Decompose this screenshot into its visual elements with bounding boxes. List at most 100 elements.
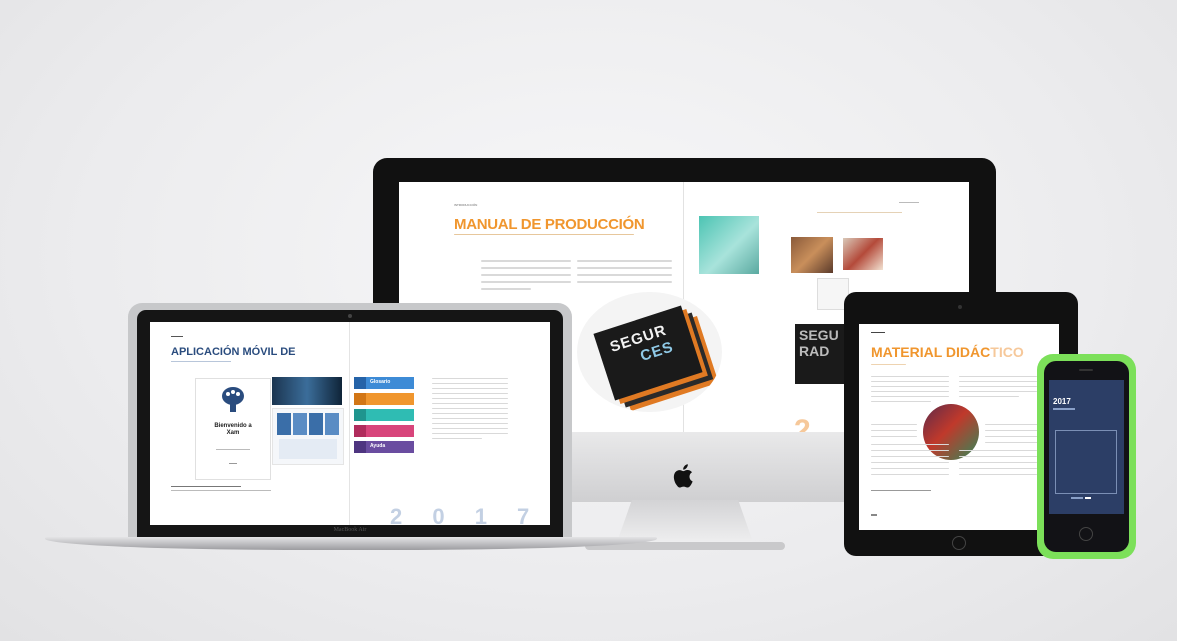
body-text-line — [959, 474, 1037, 475]
menu-icon — [354, 393, 366, 405]
cover-thumbnail: SEGU RAD — [795, 324, 851, 384]
welcome-text: Bienvenido a — [214, 423, 252, 429]
camera-icon — [958, 305, 962, 309]
header-line — [171, 336, 183, 337]
body-text-line — [985, 442, 1039, 443]
menu-icon — [354, 425, 366, 437]
menu-item-teal[interactable] — [354, 409, 414, 421]
page-title: MATERIAL DIDÁCTICO — [871, 344, 1024, 360]
body-text-line — [871, 424, 917, 425]
body-text-line — [959, 376, 1037, 377]
body-text-line — [985, 436, 1039, 437]
body-text-line — [432, 418, 508, 419]
body-text-line — [959, 396, 1019, 397]
body-text-line — [871, 444, 949, 445]
body-text-line — [577, 281, 672, 283]
header-line — [871, 332, 885, 333]
ipad-home-button[interactable] — [952, 536, 966, 550]
app-screen-thumb — [293, 413, 307, 435]
body-text-line — [432, 413, 508, 414]
menu-item-orange[interactable] — [354, 393, 414, 405]
book-photo: SEGUR CES — [577, 292, 722, 412]
body-text-line — [985, 430, 1039, 431]
welcome-text: Xam — [226, 430, 240, 436]
body-text-line — [432, 438, 482, 439]
subtitle-line — [871, 364, 906, 365]
app-welcome-screen: Bienvenido a Xam — [195, 378, 271, 480]
subtitle-line — [454, 234, 634, 235]
menu-icon — [354, 441, 366, 453]
phone-subtitle-line — [1053, 408, 1075, 410]
material-photo — [923, 404, 979, 460]
body-text-line — [871, 401, 931, 402]
phone-frame-graphic — [1055, 430, 1117, 494]
menu-label: Ayuda — [370, 443, 386, 449]
body-text-line — [577, 267, 672, 269]
body-text-line — [959, 386, 1037, 387]
caption-line — [171, 486, 241, 487]
body-text-line — [985, 424, 1039, 425]
body-text-line — [959, 381, 1037, 382]
body-text-line — [871, 381, 949, 382]
body-text-line — [432, 398, 508, 399]
body-text-line — [871, 396, 949, 397]
phone-screen: 2017 — [1049, 380, 1124, 514]
caption-line — [229, 463, 237, 464]
body-text-line — [432, 378, 508, 379]
body-text-line — [481, 260, 571, 262]
body-text-line — [432, 403, 508, 404]
menu-icon — [354, 409, 366, 421]
body-text-line — [871, 436, 917, 437]
body-text-line — [871, 450, 949, 451]
body-text-line — [959, 468, 1037, 469]
camera-icon — [348, 314, 352, 318]
store-photo — [272, 377, 342, 405]
body-text-line — [959, 456, 1037, 457]
page-title: APLICACIÓN MÓVIL DE — [171, 346, 296, 358]
spread-spine — [349, 322, 350, 525]
apple-logo-icon — [672, 462, 696, 490]
header-line — [817, 212, 902, 213]
body-text-line — [871, 376, 949, 377]
body-text-line — [432, 408, 508, 409]
menu-item-glosario[interactable]: Glosario — [354, 377, 414, 389]
brain-logo-icon — [218, 385, 248, 415]
body-text-line — [577, 260, 672, 262]
menu-item-pink[interactable] — [354, 425, 414, 437]
laptop-base — [45, 537, 657, 550]
material-photo — [699, 216, 759, 274]
body-text-line — [432, 423, 508, 424]
menu-icon — [354, 377, 366, 389]
body-text-line — [432, 433, 508, 434]
phone-caption-line — [1071, 497, 1083, 499]
menu-item-ayuda[interactable]: Ayuda — [354, 441, 414, 453]
cover-text: RAD — [799, 343, 830, 359]
subtitle-line — [171, 361, 231, 362]
app-screen-thumb — [309, 413, 323, 435]
phone-speaker-icon — [1079, 369, 1093, 371]
body-text-line — [871, 468, 949, 469]
body-text-line — [871, 474, 949, 475]
laptop-brand-label: MacBook Air — [333, 527, 367, 533]
body-text-line — [577, 274, 672, 276]
section-label: INTRODUCCIÓN — [454, 203, 478, 207]
body-text-line — [959, 450, 1037, 451]
year-watermark: 2 0 1 7 — [390, 504, 542, 525]
caption-line — [871, 490, 931, 491]
cover-text: SEGU — [799, 327, 839, 343]
app-screen-thumb — [279, 439, 337, 459]
body-text-line — [871, 462, 949, 463]
caption-line — [216, 449, 250, 450]
app-screens-collage — [272, 408, 344, 465]
ipad-screen: MATERIAL DIDÁCTICO — [859, 324, 1059, 530]
body-text-line — [481, 281, 571, 283]
phone-home-button[interactable] — [1079, 527, 1093, 541]
menu-label: Glosario — [370, 379, 391, 385]
body-text-line — [871, 386, 949, 387]
body-text-line — [432, 393, 508, 394]
body-text-line — [481, 288, 531, 290]
body-text-line — [432, 428, 508, 429]
body-text-line — [871, 430, 917, 431]
body-text-line — [481, 267, 571, 269]
app-screen-thumb — [325, 413, 339, 435]
